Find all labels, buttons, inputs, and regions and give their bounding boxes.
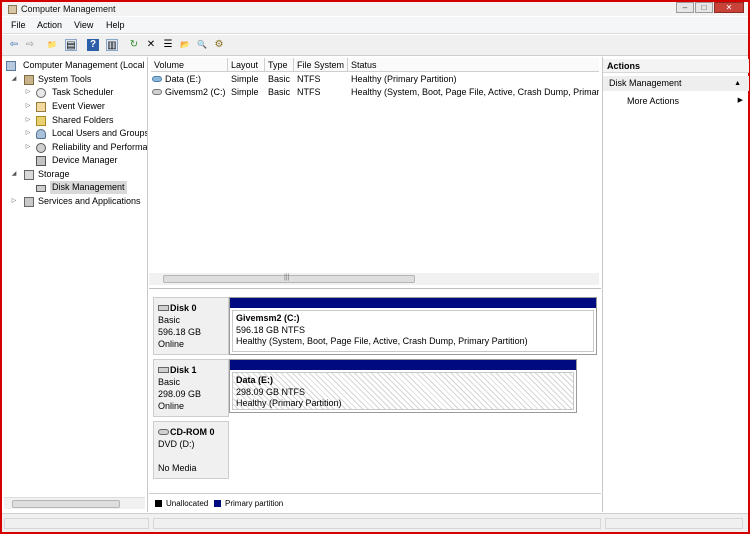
storage-icon [24, 170, 34, 180]
status-panel-center [153, 518, 601, 529]
disk-0-label[interactable]: Disk 0 Basic 596.18 GB Online [153, 297, 229, 355]
column-header-type[interactable]: Type [265, 58, 294, 72]
expand-arrow-icon[interactable]: ▷ [24, 127, 32, 140]
help-icon[interactable]: ? [87, 39, 99, 51]
legend-primary-partition: Primary partition [225, 499, 284, 508]
volume-icon [152, 76, 162, 82]
scrollbar-grip: ||| [284, 274, 290, 281]
more-actions-item[interactable]: More Actions ▶ [627, 94, 745, 108]
disk-map: Disk 0 Basic 596.18 GB Online Givemsm2 (… [149, 293, 601, 512]
hard-disk-icon [158, 305, 169, 311]
cdrom-0-label[interactable]: CD-ROM 0 DVD (D:) No Media [153, 421, 229, 479]
scrollbar-thumb[interactable]: ||| [163, 274, 415, 283]
collapse-up-icon[interactable]: ▲ [734, 76, 741, 91]
volume-cell: Givemsm2 (C:) [152, 86, 228, 99]
services-icon [24, 197, 34, 207]
toolbar: ⇦ ⇨ 📁 ▤ ? ▥ ↻ ✕ ☰ 📂 🔍 ⚙ [2, 35, 748, 56]
properties-icon[interactable]: ☰ [162, 39, 174, 51]
performance-icon [36, 143, 46, 153]
window-controls: – □ ✕ [675, 2, 744, 14]
search-icon[interactable]: 🔍 [196, 39, 208, 51]
status-panel-left [4, 518, 149, 529]
status-cell: Healthy (System, Boot, Page File, Active… [351, 87, 599, 97]
type-cell: Basic [268, 74, 291, 84]
legend-unallocated: Unallocated [166, 499, 209, 508]
wizard-icon[interactable]: ⚙ [213, 39, 225, 51]
collapse-arrow-icon[interactable]: ◢ [10, 168, 18, 181]
volume-icon [152, 89, 162, 95]
volume-list-horizontal-scrollbar[interactable]: ||| [149, 273, 599, 285]
type-cell: Basic [268, 87, 291, 97]
navigation-tree: Computer Management (Local ◢ System Tool… [2, 57, 148, 512]
tree-horizontal-scrollbar[interactable] [4, 497, 145, 509]
actions-pane: Actions Disk Management ▲ More Actions ▶ [602, 57, 749, 512]
refresh-icon[interactable]: ↻ [128, 39, 140, 51]
column-header-layout[interactable]: Layout [228, 58, 265, 72]
computer-icon [6, 61, 16, 71]
show-hide-tree-icon[interactable]: ▤ [65, 39, 77, 51]
chevron-right-icon: ▶ [737, 97, 743, 104]
status-bar [2, 513, 748, 532]
scrollbar-thumb[interactable] [12, 500, 120, 508]
tools-icon [24, 75, 34, 85]
delete-icon[interactable]: ✕ [145, 39, 157, 51]
open-icon[interactable]: 📂 [179, 39, 191, 51]
center-pane: Volume Layout Type File System Status Da… [149, 57, 601, 512]
collapse-arrow-icon[interactable]: ◢ [10, 73, 18, 86]
partition-body: Data (E:) 298.09 GB NTFS Healthy (Primar… [232, 372, 574, 410]
disk-management-icon [36, 185, 46, 192]
unallocated-swatch [155, 500, 162, 507]
menu-help[interactable]: Help [106, 20, 125, 31]
maximize-button[interactable]: □ [695, 2, 713, 13]
hard-disk-icon [158, 367, 169, 373]
expand-arrow-icon[interactable]: ▷ [10, 195, 18, 208]
clock-icon [36, 88, 46, 98]
menu-view[interactable]: View [74, 20, 93, 31]
primary-partition-swatch [214, 500, 221, 507]
menu-file[interactable]: File [11, 20, 26, 31]
volume-cell: Data (E:) [152, 73, 228, 86]
event-viewer-icon [36, 102, 46, 112]
users-icon [36, 129, 46, 139]
partition-body: Givemsm2 (C:) 596.18 GB NTFS Healthy (Sy… [232, 310, 594, 352]
expand-arrow-icon[interactable]: ▷ [24, 100, 32, 113]
file-system-cell: NTFS [297, 74, 321, 84]
shared-folder-icon [36, 116, 46, 126]
volume-list: Volume Layout Type File System Status Da… [149, 57, 601, 289]
status-cell: Healthy (Primary Partition) [351, 74, 457, 84]
menu-action[interactable]: Action [37, 20, 62, 31]
close-button[interactable]: ✕ [714, 2, 744, 13]
back-icon[interactable]: ⇦ [8, 39, 20, 51]
title-bar: Computer Management – □ ✕ [2, 2, 748, 16]
actions-header: Actions [603, 59, 749, 73]
forward-icon[interactable]: ⇨ [24, 39, 36, 51]
show-hide-action-pane-icon[interactable]: ▥ [106, 39, 118, 51]
column-header-status[interactable]: Status [348, 58, 599, 72]
status-panel-right [605, 518, 743, 529]
actions-section-disk-management[interactable]: Disk Management ▲ [603, 76, 749, 91]
up-folder-icon[interactable]: 📁 [46, 39, 58, 51]
column-header-file-system[interactable]: File System [294, 58, 348, 72]
column-header-volume[interactable]: Volume [151, 58, 228, 72]
primary-partition-bar [230, 298, 596, 308]
expand-arrow-icon[interactable]: ▷ [24, 86, 32, 99]
window-title: Computer Management [21, 4, 116, 14]
device-manager-icon [36, 156, 46, 166]
minimize-button[interactable]: – [676, 2, 694, 13]
computer-management-icon [8, 5, 17, 14]
partition-givemsm2-c[interactable]: Givemsm2 (C:) 596.18 GB NTFS Healthy (Sy… [229, 297, 597, 355]
primary-partition-bar [230, 360, 576, 370]
layout-cell: Simple [231, 87, 259, 97]
layout-cell: Simple [231, 74, 259, 84]
partition-data-e[interactable]: Data (E:) 298.09 GB NTFS Healthy (Primar… [229, 359, 577, 413]
file-system-cell: NTFS [297, 87, 321, 97]
menu-bar: File Action View Help [2, 17, 748, 34]
cd-rom-icon [158, 429, 169, 435]
expand-arrow-icon[interactable]: ▷ [24, 141, 32, 154]
disk-1-label[interactable]: Disk 1 Basic 298.09 GB Online [153, 359, 229, 417]
expand-arrow-icon[interactable]: ▷ [24, 114, 32, 127]
partition-legend: Unallocated Primary partition [149, 493, 601, 512]
